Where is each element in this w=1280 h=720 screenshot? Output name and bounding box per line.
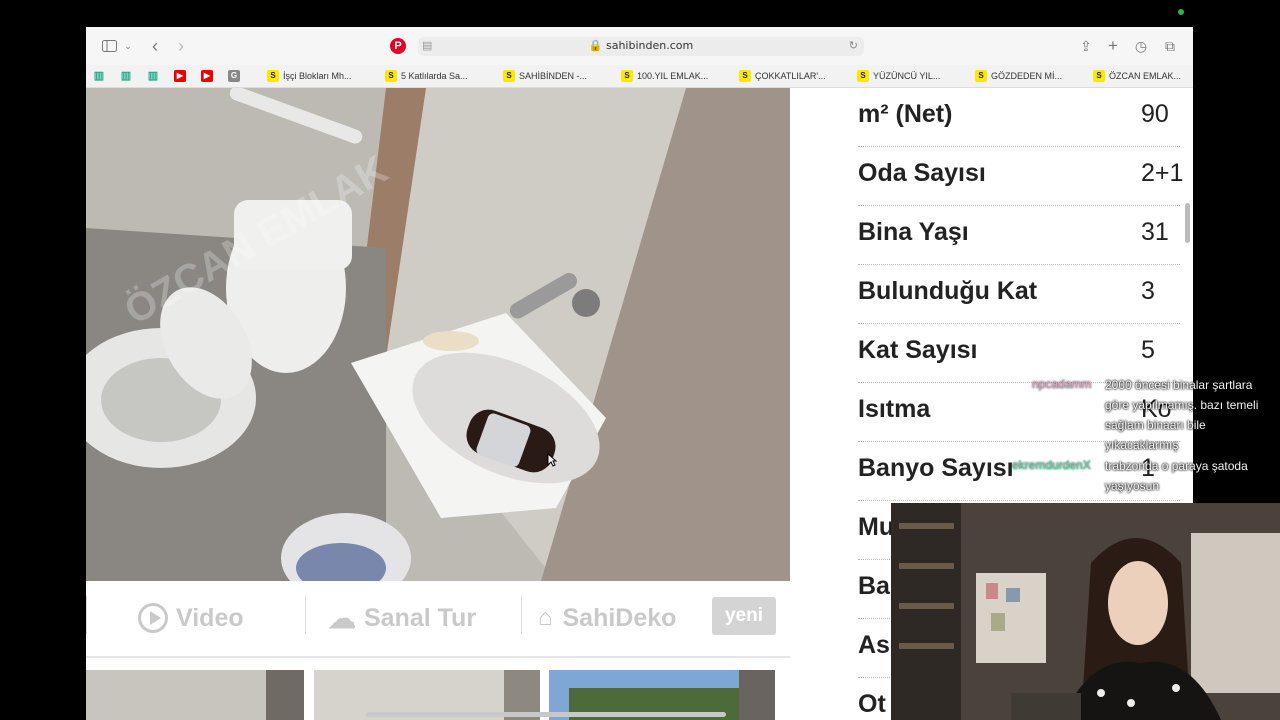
- mouse-cursor-icon: [547, 453, 557, 467]
- detail-label: Kat Sayısı: [858, 336, 978, 364]
- sahibinden-icon: S: [385, 70, 397, 82]
- detail-label: Banyo Sayısı: [858, 454, 1014, 482]
- detail-label: Mu: [858, 513, 895, 541]
- sahibinden-icon: S: [503, 70, 515, 82]
- share-icon[interactable]: ⇪: [1079, 37, 1093, 55]
- favorite-item[interactable]: ▥: [120, 68, 136, 84]
- chat-message: 2000 öncesi binalar şartlara göre yapılm…: [1105, 378, 1259, 452]
- sahibinden-icon: S: [621, 70, 633, 82]
- detail-label: Ot: [858, 690, 886, 718]
- chat-message: trabzonda o paraya şatoda yaşıyosun: [1105, 459, 1248, 493]
- divider: [305, 596, 306, 634]
- play-icon: [138, 603, 168, 633]
- thumbnail-strip: [86, 656, 790, 720]
- detail-row: Bina Yaşı 31: [858, 206, 1180, 265]
- favorite-label: GÖZDEDEN Mİ...: [991, 71, 1063, 81]
- chart-icon: ▥: [147, 70, 159, 82]
- sahibinden-icon: S: [739, 70, 751, 82]
- virtual-tour-label: Sanal Tur: [364, 603, 477, 632]
- sidebar-icon[interactable]: [100, 37, 118, 55]
- favorite-label: YÜZÜNCÜ YIL...: [873, 71, 941, 81]
- chart-icon: ▥: [120, 70, 132, 82]
- address-bar[interactable]: P ▤ 🔒 sahibinden.com ↻: [390, 37, 864, 56]
- detail-label: Bulunduğu Kat: [858, 277, 1038, 305]
- detail-label: Isıtma: [858, 395, 931, 423]
- youtube-icon: ▶: [201, 70, 213, 82]
- virtual-tour-button[interactable]: ☁ Sanal Tur: [328, 600, 476, 636]
- favorite-label: SAHİBİNDEN -...: [519, 71, 588, 81]
- favorite-item[interactable]: S 100.YIL EMLAK...: [621, 68, 708, 84]
- favorites-bar: ▥ ▥ ▥ ▶ ▶ G S İşçi Blokları Mh... S 5 Katl…: [86, 65, 1193, 88]
- horizontal-scrollbar[interactable]: [366, 712, 726, 717]
- detail-label: Bina Yaşı: [858, 218, 969, 246]
- favorite-item[interactable]: ▶: [174, 68, 190, 84]
- detail-value: 5: [1141, 336, 1155, 364]
- detail-label: Oda Sayısı: [858, 159, 986, 187]
- detail-label: m² (Net): [858, 100, 953, 128]
- vertical-scrollbar[interactable]: [1185, 203, 1190, 243]
- detail-label: As: [858, 631, 890, 659]
- new-tab-icon[interactable]: +: [1106, 36, 1120, 55]
- youtube-icon: ▶: [174, 70, 186, 82]
- forward-icon[interactable]: ›: [174, 36, 188, 56]
- new-badge: yeni: [712, 597, 776, 635]
- thumbnail[interactable]: [86, 670, 304, 720]
- favorite-item[interactable]: S YÜZÜNCÜ YIL...: [857, 68, 940, 84]
- detail-label: Ba: [858, 572, 890, 600]
- divider: [521, 596, 522, 634]
- favorite-label: ÖZCAN EMLAK...: [1109, 71, 1182, 81]
- detail-value: 90: [1141, 100, 1169, 128]
- url-text: sahibinden.com: [605, 39, 694, 52]
- chart-icon: ▥: [93, 70, 105, 82]
- favorite-item[interactable]: ▥: [93, 68, 109, 84]
- favorite-item[interactable]: S GÖZDEDEN Mİ...: [975, 68, 1062, 84]
- favorite-label: ÇOKKATLILAR'...: [755, 71, 826, 81]
- reload-icon[interactable]: ↻: [849, 39, 858, 52]
- favorite-item[interactable]: S İşçi Blokları Mh...: [267, 68, 352, 84]
- detail-row: Oda Sayısı 2+1: [858, 147, 1184, 206]
- listing-photo[interactable]: ÖZCAN EMLAK: [86, 88, 790, 581]
- sahibinden-icon: S: [975, 70, 987, 82]
- sahibinden-icon: S: [267, 70, 279, 82]
- favorite-item[interactable]: ▶: [201, 68, 217, 84]
- back-icon[interactable]: ‹: [148, 36, 162, 56]
- video-button[interactable]: Video: [138, 600, 244, 636]
- g-icon: G: [228, 70, 240, 82]
- sahideko-label: SahiDeko: [562, 603, 677, 632]
- detail-value: 31: [1141, 218, 1169, 246]
- favorite-item[interactable]: S ÇOKKATLILAR'...: [739, 68, 826, 84]
- divider: [86, 596, 87, 634]
- favorite-item[interactable]: S 5 Katlılarda Sa...: [385, 68, 468, 84]
- history-icon[interactable]: ◷: [1134, 37, 1148, 55]
- favorite-label: İşçi Blokları Mh...: [283, 71, 352, 81]
- favorite-item[interactable]: ▥: [147, 68, 163, 84]
- chat-username: ekremdurdenX: [1012, 458, 1091, 472]
- webcam-overlay: [891, 503, 1280, 720]
- virtual-tour-icon: ☁: [328, 602, 356, 634]
- favorite-label: 5 Katlılarda Sa...: [401, 71, 468, 81]
- chevron-down-icon[interactable]: ⌄: [123, 37, 133, 55]
- favorite-item[interactable]: G: [228, 68, 244, 84]
- status-dot: [1178, 9, 1184, 15]
- video-label: Video: [176, 603, 244, 632]
- detail-row: m² (Net) 90: [858, 88, 1180, 147]
- sahideko-button[interactable]: ⌂ SahiDeko: [538, 600, 676, 636]
- sahibinden-icon: S: [1093, 70, 1105, 82]
- pinterest-icon[interactable]: P: [390, 38, 406, 54]
- favorite-item[interactable]: S ÖZCAN EMLAK...: [1093, 68, 1181, 84]
- sahideko-icon: ⌂: [538, 604, 553, 631]
- tabs-overview-icon[interactable]: ⧉: [1163, 37, 1177, 55]
- detail-value: 3: [1141, 277, 1155, 305]
- address-url: 🔒 sahibinden.com: [588, 39, 694, 52]
- favorite-item[interactable]: S SAHİBİNDEN -...: [503, 68, 587, 84]
- browser-toolbar: ⌄ ‹ › P ▤ 🔒 sahibinden.com ↻ ⇪ + ◷ ⧉: [86, 27, 1193, 65]
- chat-username: npcadamm: [1032, 377, 1092, 391]
- detail-row: Bulunduğu Kat 3: [858, 265, 1180, 324]
- media-bar: Video ☁ Sanal Tur ⌂ SahiDeko yeni: [86, 584, 790, 656]
- sahibinden-icon: S: [857, 70, 869, 82]
- detail-value: 2+1: [1141, 159, 1184, 187]
- favorite-label: 100.YIL EMLAK...: [637, 71, 709, 81]
